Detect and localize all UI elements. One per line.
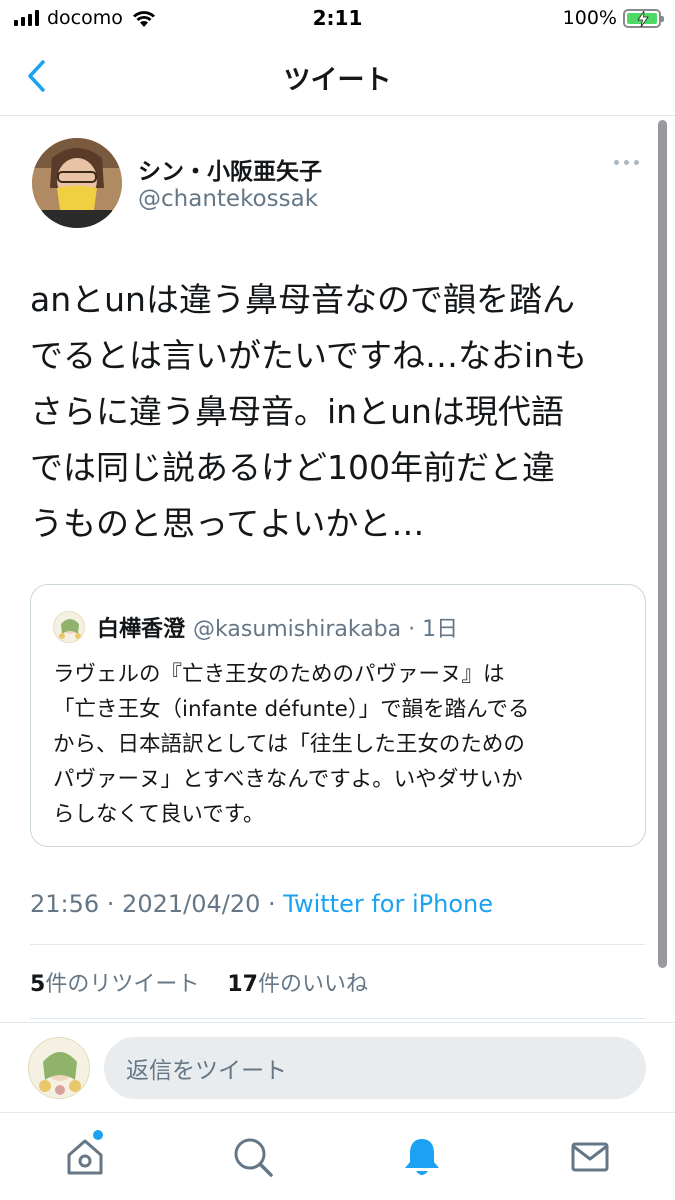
tab-search[interactable]	[229, 1133, 277, 1181]
tweet-text-line: さらに違う鼻母音。inとunは現代語	[30, 392, 564, 431]
battery-fill	[627, 10, 657, 27]
tweet-meta: 21:56 · 2021/04/20 · Twitter for iPhone	[30, 890, 493, 918]
my-avatar	[28, 1037, 90, 1099]
quoted-text-line: から、日本語訳としては「往生した王女のための	[53, 732, 525, 757]
home-icon	[67, 1139, 103, 1175]
my-avatar-image	[29, 1038, 89, 1098]
status-right: 100%	[562, 7, 664, 29]
quoted-author-avatar	[53, 611, 85, 643]
retweets-stat[interactable]: 5件のリツイート	[30, 972, 199, 997]
tweet-timestamp: 21:56 · 2021/04/20 ·	[30, 890, 284, 918]
divider	[30, 1018, 645, 1019]
page-title: ツイート	[283, 65, 392, 96]
quoted-author-handle: @kasumishirakaba · 1日	[193, 617, 459, 642]
quoted-avatar-image	[54, 612, 84, 642]
author-avatar-image	[32, 138, 122, 228]
battery-icon	[623, 8, 664, 28]
author-avatar[interactable]	[32, 138, 122, 228]
charging-bolt-icon	[637, 10, 649, 27]
reply-input[interactable]: 返信をツイート	[104, 1037, 646, 1099]
quoted-header: 白樺香澄 @kasumishirakaba · 1日	[97, 611, 458, 643]
tweet-source-link[interactable]: Twitter for iPhone	[283, 890, 493, 918]
quoted-text: ラヴェルの『亡き王女のためのパヴァーヌ』は 「亡き王女（infante défu…	[53, 657, 633, 832]
battery-percent: 100%	[562, 7, 617, 29]
quoted-text-line: パヴァーヌ」とすべきなんですよ。いやダサいか	[53, 767, 523, 792]
tab-bar	[0, 1112, 675, 1200]
mail-icon	[571, 1142, 609, 1172]
tab-messages[interactable]	[566, 1133, 614, 1181]
quoted-text-line: 「亡き王女（infante défunte）」で韻を踏んでる	[53, 697, 530, 722]
bell-icon	[405, 1139, 439, 1175]
tweet-text: anとunは違う鼻母音なので韻を踏ん でるとは言いがたいですね…なおinも さら…	[30, 272, 645, 552]
author-name[interactable]: シン・小阪亜矢子	[138, 152, 322, 186]
author-handle[interactable]: @chantekossak	[138, 186, 318, 212]
reply-bar: 返信をツイート	[0, 1022, 675, 1112]
status-bar: docomo 2:11 100%	[0, 0, 675, 36]
quoted-author-name: 白樺香澄	[97, 617, 186, 642]
tab-notifications[interactable]	[398, 1133, 446, 1181]
like-count: 17	[227, 972, 258, 997]
reply-placeholder: 返信をツイート	[126, 1058, 287, 1084]
tweet-text-line: うものと思ってよいかと…	[30, 504, 425, 543]
likes-stat[interactable]: 17件のいいね	[227, 972, 368, 997]
quoted-text-line: らしなくて良いです。	[53, 802, 265, 827]
nav-header: ツイート	[0, 36, 675, 116]
quoted-tweet[interactable]: 白樺香澄 @kasumishirakaba · 1日 ラヴェルの『亡き王女のための…	[30, 584, 646, 847]
divider	[30, 944, 645, 945]
tweet-text-line: anとunは違う鼻母音なので韻を踏ん	[30, 280, 575, 319]
tweet-stats: 5件のリツイート 17件のいいね	[30, 966, 368, 998]
retweet-label: 件のリツイート	[45, 972, 200, 997]
more-options-icon[interactable]	[614, 160, 639, 165]
tab-home[interactable]	[61, 1130, 109, 1181]
scrollbar[interactable]	[658, 120, 667, 968]
like-label: 件のいいね	[257, 972, 368, 997]
retweet-count: 5	[30, 972, 46, 997]
tweet-text-line: では同じ説あるけど100年前だと違	[30, 448, 555, 487]
quoted-text-line: ラヴェルの『亡き王女のためのパヴァーヌ』は	[53, 662, 505, 687]
search-icon	[234, 1138, 273, 1177]
notification-dot	[93, 1130, 103, 1140]
tweet-text-line: でるとは言いがたいですね…なおinも	[30, 336, 588, 375]
